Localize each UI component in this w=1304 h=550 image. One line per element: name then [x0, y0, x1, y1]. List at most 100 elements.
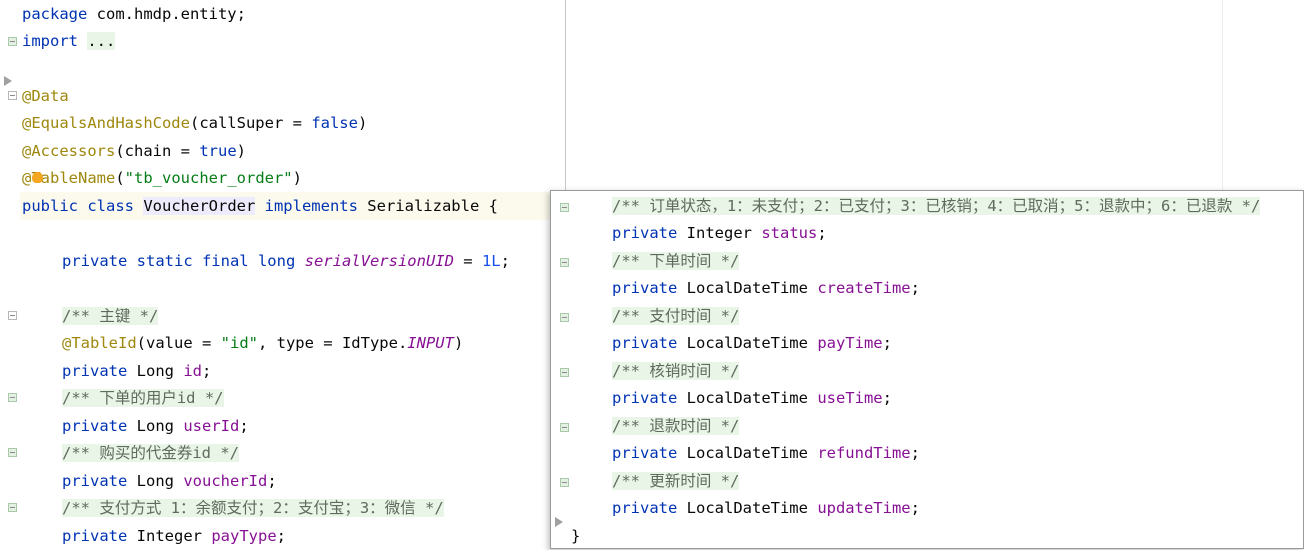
- field-name: id: [183, 362, 202, 380]
- code-line[interactable]: @EqualsAndHashCode(callSuper = false): [22, 110, 367, 137]
- table-name-string: "tb_voucher_order": [124, 169, 293, 187]
- code-line[interactable]: /** 更新时间 */: [612, 468, 740, 495]
- private-keyword: private: [62, 472, 128, 490]
- semicolon: ;: [882, 334, 892, 352]
- package-name: com.hmdp.entity;: [87, 5, 246, 23]
- code-line[interactable]: public class VoucherOrder implements Ser…: [22, 193, 498, 220]
- fold-expand-icon[interactable]: [8, 448, 17, 457]
- semicolon: ;: [276, 527, 286, 545]
- field-name: refundTime: [817, 444, 911, 462]
- code-line[interactable]: private Integer status;: [612, 220, 827, 247]
- code-line[interactable]: /** 下单的用户id */: [62, 385, 224, 412]
- paren: ): [236, 142, 246, 160]
- fold-arrow-icon[interactable]: [4, 76, 12, 86]
- paren: ): [357, 114, 368, 132]
- semicolon: ;: [500, 252, 510, 270]
- code-line[interactable]: /** 支付方式 1：余额支付；2：支付宝；3：微信 */: [62, 495, 444, 522]
- code-line[interactable]: @TableName("tb_voucher_order"): [22, 165, 302, 192]
- code-line[interactable]: /** 下单时间 */: [612, 248, 740, 275]
- code-line[interactable]: private LocalDateTime refundTime;: [612, 440, 920, 467]
- field-name: updateTime: [817, 499, 911, 517]
- serial-value: 1L: [481, 252, 501, 270]
- closing-brace: }: [571, 527, 581, 545]
- code-line[interactable]: import ...: [22, 28, 116, 55]
- code-line[interactable]: private Long id;: [62, 358, 211, 385]
- code-line[interactable]: private LocalDateTime createTime;: [612, 275, 920, 302]
- code-line[interactable]: private static final long serialVersionU…: [62, 248, 510, 275]
- code-line[interactable]: @TableId(value = "id", type = IdType.INP…: [62, 330, 463, 357]
- code-line[interactable]: /** 购买的代金券id */: [62, 440, 239, 467]
- code-line[interactable]: @Accessors(chain = true): [22, 138, 246, 165]
- doc-comment: /** 下单时间 */: [612, 252, 740, 270]
- field-name: useTime: [817, 389, 883, 407]
- class-name[interactable]: VoucherOrder: [143, 197, 256, 215]
- code-peek-popup[interactable]: /** 订单状态，1：未支付；2：已支付；3：已核销；4：已取消；5：退款中；6…: [550, 190, 1304, 549]
- fold-expand-icon[interactable]: [560, 258, 569, 267]
- code-line[interactable]: /** 主键 */: [62, 303, 159, 330]
- data-annotation: @Data: [22, 87, 69, 105]
- field-name: payTime: [817, 334, 883, 352]
- fold-expand-icon[interactable]: [8, 393, 17, 402]
- fold-expand-icon[interactable]: [8, 503, 17, 512]
- code-line[interactable]: package com.hmdp.entity;: [22, 1, 246, 28]
- semicolon: ;: [817, 224, 827, 242]
- code-line[interactable]: /** 核销时间 */: [612, 358, 740, 385]
- type-name: LocalDateTime: [677, 334, 818, 352]
- private-keyword: private: [62, 527, 128, 545]
- code-line[interactable]: private Long voucherId;: [62, 468, 277, 495]
- fold-expand-icon[interactable]: [560, 423, 569, 432]
- private-keyword: private: [62, 362, 128, 380]
- intention-bulb-icon[interactable]: [32, 172, 43, 183]
- annotation-args: (chain =: [115, 142, 200, 160]
- code-line[interactable]: private Integer payType;: [62, 523, 286, 550]
- semicolon: ;: [267, 472, 277, 490]
- annotation-args: , type = IdType.: [257, 334, 408, 352]
- accessors-annotation: @Accessors: [22, 142, 116, 160]
- modifiers: private static final long: [62, 252, 305, 270]
- type-name: Integer: [127, 527, 212, 545]
- fold-expand-icon[interactable]: [560, 368, 569, 377]
- paren: (: [115, 169, 125, 187]
- fold-expand-icon[interactable]: [560, 478, 569, 487]
- doc-comment: /** 下单的用户id */: [62, 389, 224, 407]
- code-line[interactable]: private LocalDateTime payTime;: [612, 330, 892, 357]
- true-literal: true: [199, 142, 237, 160]
- type-name: Integer: [677, 224, 762, 242]
- fold-collapse-icon[interactable]: [8, 91, 17, 100]
- type-name: Long: [127, 472, 184, 490]
- code-line[interactable]: /** 订单状态，1：未支付；2：已支付；3：已核销；4：已取消；5：退款中；6…: [612, 193, 1261, 220]
- code-line[interactable]: private LocalDateTime updateTime;: [612, 495, 920, 522]
- private-keyword: private: [612, 224, 678, 242]
- semicolon: ;: [239, 417, 249, 435]
- code-line[interactable]: /** 退款时间 */: [612, 413, 740, 440]
- private-keyword: private: [612, 389, 678, 407]
- code-line[interactable]: /** 支付时间 */: [612, 303, 740, 330]
- doc-comment: /** 订单状态，1：未支付；2：已支付；3：已核销；4：已取消；5：退款中；6…: [612, 197, 1261, 215]
- doc-comment: /** 退款时间 */: [612, 417, 740, 435]
- fold-collapse-icon[interactable]: [8, 311, 17, 320]
- enum-constant: INPUT: [407, 334, 454, 352]
- folded-imports[interactable]: ...: [87, 32, 116, 50]
- private-keyword: private: [62, 417, 128, 435]
- fold-expand-icon[interactable]: [560, 203, 569, 212]
- fold-expand-icon[interactable]: [8, 37, 17, 46]
- code-line[interactable]: @Data: [22, 83, 69, 110]
- semicolon: ;: [910, 279, 920, 297]
- field-name: status: [761, 224, 818, 242]
- false-literal: false: [311, 114, 358, 132]
- code-line[interactable]: }: [571, 523, 581, 548]
- field-name: createTime: [817, 279, 911, 297]
- code-line[interactable]: private LocalDateTime useTime;: [612, 385, 892, 412]
- type-name: Long: [127, 362, 184, 380]
- field-name: payType: [211, 527, 277, 545]
- fold-arrow-icon[interactable]: [555, 517, 563, 527]
- type-name: LocalDateTime: [677, 279, 818, 297]
- equals-annotation: @EqualsAndHashCode: [22, 114, 190, 132]
- implements-keyword: implements: [255, 197, 368, 215]
- code-line[interactable]: private Long userId;: [62, 413, 249, 440]
- semicolon: ;: [202, 362, 212, 380]
- semicolon: ;: [910, 499, 920, 517]
- class-keyword: public class: [22, 197, 144, 215]
- doc-comment: /** 更新时间 */: [612, 472, 740, 490]
- fold-expand-icon[interactable]: [560, 313, 569, 322]
